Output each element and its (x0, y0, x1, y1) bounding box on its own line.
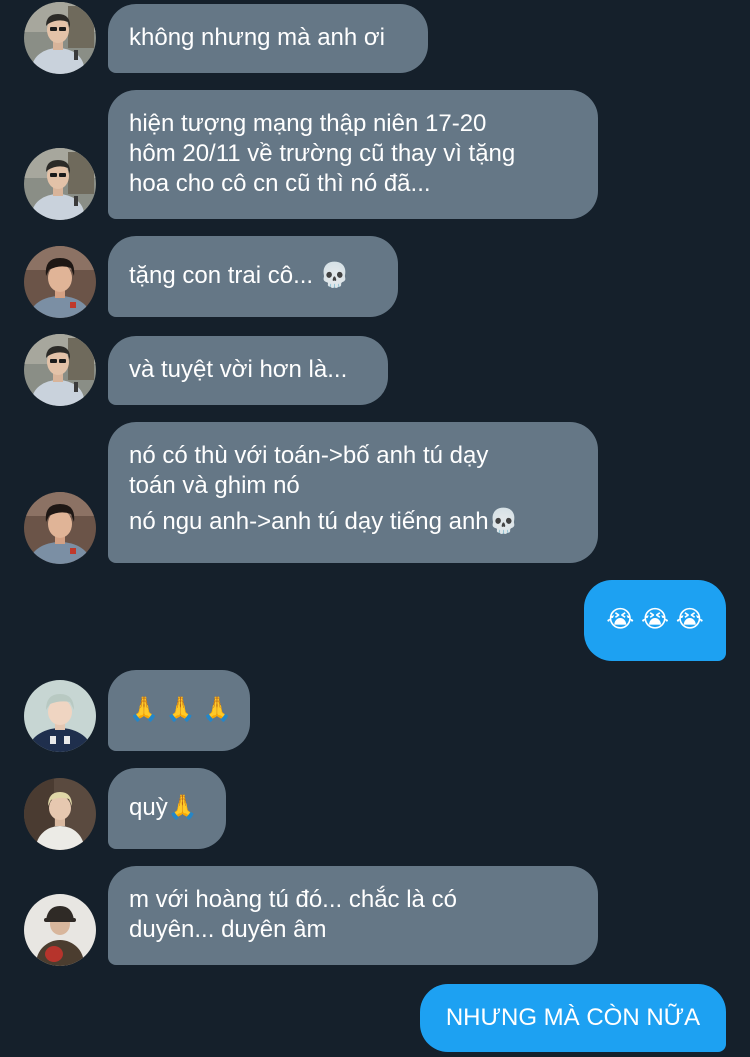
message-bubble-incoming[interactable]: và tuyệt vời hơn là... (108, 336, 388, 405)
message-bubble-outgoing[interactable]: NHƯNG MÀ CÒN NỮA (420, 984, 726, 1052)
avatar-user-c[interactable] (24, 680, 96, 752)
message-text: duyên... duyên âm (129, 916, 327, 943)
avatar-user-b[interactable] (24, 246, 96, 318)
message-text: tặng con trai cô... 💀 (129, 262, 350, 289)
avatar-photo (24, 492, 96, 564)
avatar-photo (24, 148, 96, 220)
message-text: không nhưng mà anh ơi (129, 24, 385, 51)
message-text: và tuyệt vời hơn là... (129, 356, 348, 383)
avatar-user-a[interactable] (24, 334, 96, 406)
avatar-photo (24, 894, 96, 966)
message-text: NHƯNG MÀ CÒN NỮA (445, 1004, 701, 1031)
avatar-photo (24, 680, 96, 752)
message-text: hoa cho cô cn cũ thì nó đã... (129, 170, 431, 197)
message-bubble-outgoing[interactable]: 😭 😭 😭 (584, 580, 726, 661)
message-text: quỳ🙏 (129, 794, 198, 821)
message-bubble-incoming[interactable]: không nhưng mà anh ơi (108, 4, 428, 73)
avatar-photo (24, 246, 96, 318)
message-bubble-incoming[interactable]: m với hoàng tú đó... chắc là có duyên...… (108, 866, 598, 965)
avatar-user-a[interactable] (24, 2, 96, 74)
message-thread: không nhưng mà anh ơi hiện tượng mạng th… (0, 0, 750, 1057)
message-bubble-incoming[interactable]: hiện tượng mạng thập niên 17-20 hôm 20/1… (108, 90, 598, 219)
avatar-photo (24, 2, 96, 74)
message-bubble-incoming[interactable]: nó có thù với toán->bố anh tú dạy toán v… (108, 422, 598, 563)
avatar-user-a[interactable] (24, 148, 96, 220)
avatar-user-d[interactable] (24, 778, 96, 850)
message-text: hôm 20/11 về trường cũ thay vì tặng (129, 140, 516, 167)
message-text: hiện tượng mạng thập niên 17-20 (129, 110, 487, 137)
avatar-photo (24, 334, 96, 406)
message-bubble-incoming[interactable]: tặng con trai cô... 💀 (108, 236, 398, 317)
message-text: toán và ghim nó (129, 472, 300, 499)
avatar-user-b[interactable] (24, 492, 96, 564)
avatar-photo (24, 778, 96, 850)
message-text: 🙏 🙏 🙏 (129, 696, 232, 723)
message-text: nó có thù với toán->bố anh tú dạy (129, 442, 489, 469)
avatar-user-e[interactable] (24, 894, 96, 966)
message-text: nó ngu anh->anh tú dạy tiếng anh💀 (129, 508, 519, 535)
message-text: 😭 😭 😭 (606, 606, 704, 633)
message-bubble-incoming[interactable]: quỳ🙏 (108, 768, 226, 849)
message-bubble-incoming[interactable]: 🙏 🙏 🙏 (108, 670, 250, 751)
message-text: m với hoàng tú đó... chắc là có (129, 886, 457, 913)
